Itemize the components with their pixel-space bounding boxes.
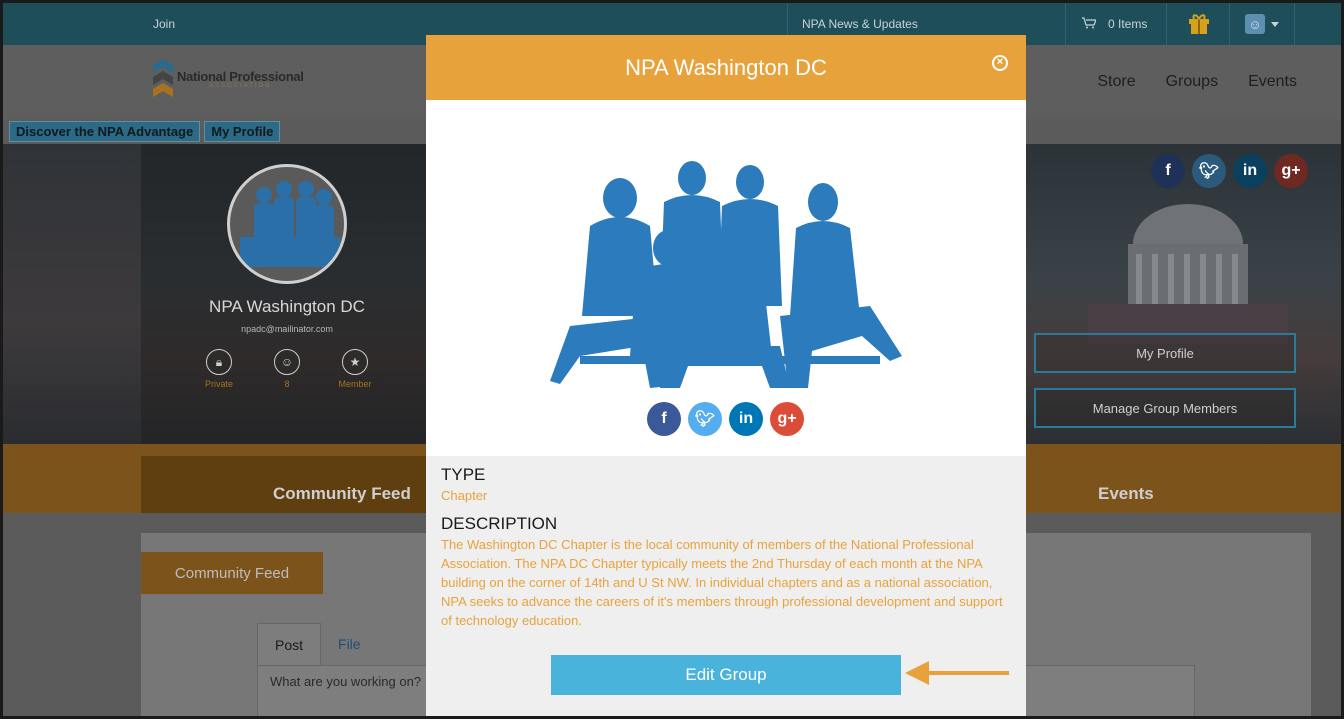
lock-icon: 🔒︎ — [206, 349, 232, 375]
stat-role-label: Member — [338, 379, 372, 389]
nav-store[interactable]: Store — [1097, 73, 1135, 91]
stat-privacy-label: Private — [204, 379, 233, 389]
chevron-down-icon — [1271, 21, 1279, 27]
nav-events[interactable]: Events — [1248, 73, 1297, 91]
facebook-icon[interactable]: f — [647, 402, 681, 436]
avatar-icon: ☺ — [1245, 14, 1265, 34]
browser-frame: Join NPA News & Updates 0 Items ☺ Nation… — [0, 0, 1344, 719]
cart-icon — [1082, 17, 1097, 45]
profile-name: NPA Washington DC — [209, 297, 365, 316]
gift-icon — [1187, 11, 1211, 38]
manage-members-button[interactable]: Manage Group Members — [1034, 388, 1296, 428]
user-menu[interactable]: ☺ — [1229, 3, 1295, 45]
group-silhouette-image — [550, 161, 902, 388]
hero-left-image — [3, 144, 141, 444]
stat-members: ☺ 8 — [257, 349, 317, 389]
tab-community-feed[interactable]: Community Feed — [273, 484, 411, 504]
hero-social-links: f 🐦︎ in g+ — [1151, 154, 1308, 188]
tab-file[interactable]: File — [321, 623, 378, 665]
gift-button[interactable] — [1166, 3, 1230, 45]
logo-name: National Professional — [177, 68, 304, 84]
facebook-icon[interactable]: f — [1151, 154, 1185, 188]
type-label: TYPE — [441, 465, 486, 484]
edit-group-button[interactable]: Edit Group — [551, 655, 901, 695]
twitter-icon[interactable]: 🐦︎ — [688, 402, 722, 436]
group-modal: NPA Washington DC × f 🐦︎ in g+ TYPE Chap… — [426, 35, 1026, 716]
quick-links: Discover the NPA Advantage My Profile — [9, 121, 281, 142]
modal-header: NPA Washington DC × — [426, 35, 1026, 100]
modal-social-links: f 🐦︎ in g+ — [647, 402, 804, 436]
stat-privacy: 🔒︎ Private — [189, 349, 249, 389]
community-feed-button[interactable]: Community Feed — [141, 552, 323, 594]
stat-role: ★ Member — [325, 349, 385, 389]
stat-members-label: 8 — [284, 379, 290, 389]
star-icon: ★ — [342, 349, 368, 375]
discover-link[interactable]: Discover the NPA Advantage — [9, 121, 201, 142]
memorial-image — [1088, 204, 1288, 344]
profile-card: NPA Washington DC npadc@mailinator.com 🔒… — [141, 144, 433, 444]
nav-groups[interactable]: Groups — [1166, 73, 1218, 91]
description-value: The Washington DC Chapter is the local c… — [441, 537, 1003, 628]
user-icon: ☺ — [274, 349, 300, 375]
googleplus-icon[interactable]: g+ — [1274, 154, 1308, 188]
group-avatar — [227, 164, 347, 284]
description-label: DESCRIPTION — [441, 514, 558, 533]
linkedin-icon[interactable]: in — [729, 402, 763, 436]
cart-link[interactable]: 0 Items — [1065, 3, 1147, 45]
my-profile-link[interactable]: My Profile — [204, 121, 281, 142]
profile-email: npadc@mailinator.com — [241, 324, 333, 334]
logo-icon — [153, 59, 173, 97]
twitter-icon[interactable]: 🐦︎ — [1192, 154, 1226, 188]
tab-post[interactable]: Post — [257, 623, 322, 665]
cart-count: 0 Items — [1108, 17, 1148, 31]
arrow-annotation-icon — [905, 661, 1009, 685]
close-icon[interactable]: × — [992, 55, 1008, 71]
linkedin-icon[interactable]: in — [1233, 154, 1267, 188]
my-profile-button[interactable]: My Profile — [1034, 333, 1296, 373]
modal-image-area: f 🐦︎ in g+ — [426, 100, 1026, 456]
join-link[interactable]: Join — [153, 17, 175, 31]
googleplus-icon[interactable]: g+ — [770, 402, 804, 436]
type-value: Chapter — [441, 488, 488, 503]
modal-title: NPA Washington DC — [625, 54, 827, 80]
main-nav: Store Groups Events — [1097, 73, 1297, 91]
logo[interactable]: National Professional ASSOCIATION — [153, 59, 304, 99]
tab-events[interactable]: Events — [1098, 484, 1154, 504]
